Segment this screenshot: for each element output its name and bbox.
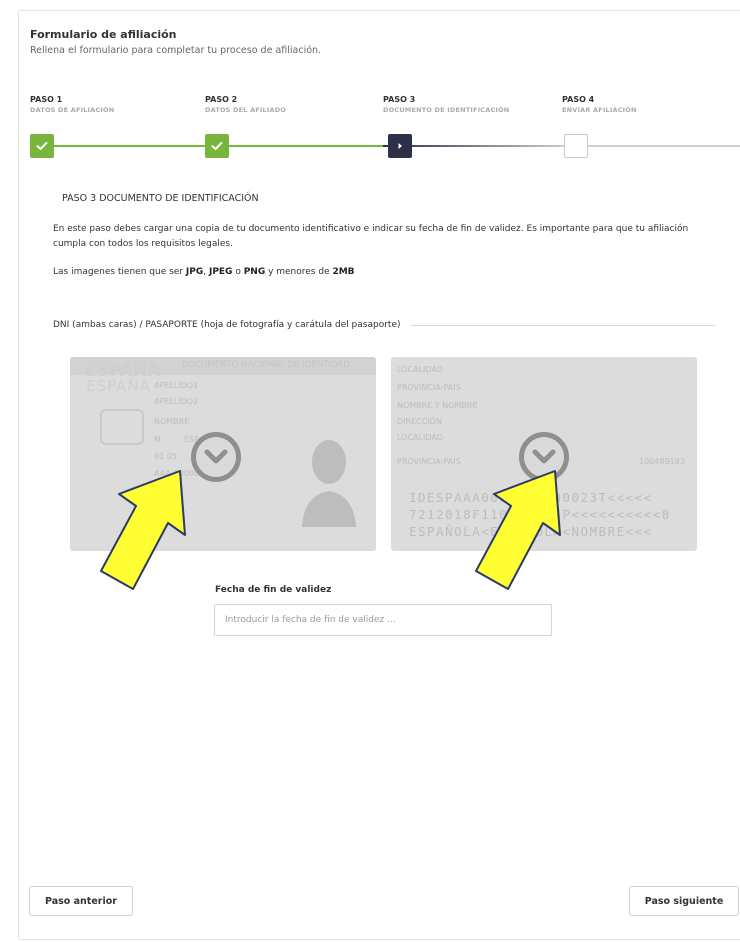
dni-front-apellido1: APELLIDO1 (154, 381, 199, 390)
format-jpg: JPG (185, 267, 204, 277)
step-label: DATOS DE AFILIACIÓN (30, 106, 115, 114)
step-4[interactable]: PASO 4 ENVIAR AFILIACIÓN (562, 95, 637, 114)
step-1-check-icon (30, 134, 54, 158)
step-3-play-icon (388, 134, 412, 158)
step-1[interactable]: PASO 1 DATOS DE AFILIACIÓN (30, 95, 114, 114)
section-description: En este paso debes cargar una copia de t… (53, 224, 689, 249)
validity-label: Fecha de fin de validez (215, 585, 332, 595)
dni-front-watermark: ESPAÑA (85, 361, 161, 381)
dni-back-localidad: LOCALIDAD (397, 433, 443, 442)
format-mid: y menores de (265, 267, 333, 277)
dni-front-fecha: 01 05 (154, 452, 177, 461)
annotation-arrow-icon (475, 470, 561, 590)
previous-step-button[interactable]: Paso anterior (29, 886, 133, 916)
format-size: 2MB (332, 267, 355, 277)
portrait-icon (300, 427, 358, 527)
dni-back-equipo: 100489183 (639, 457, 685, 466)
step-2[interactable]: PASO 2 DATOS DEL AFILIADO (205, 95, 286, 114)
step-label: DOCUMENTO DE IDENTIFICACIÓN (383, 106, 510, 114)
dni-front-sexo: M (154, 435, 161, 444)
dni-back-provincia2: PROVINCIA-PAIS (397, 457, 461, 466)
dni-back-lugar: LOCALIDAD (397, 365, 443, 374)
dni-front-header: DOCUMENTO NACIONAL DE IDENTIDAD (182, 360, 350, 370)
dni-front-country: ESPAÑA (86, 377, 151, 395)
dni-front-apellido2: APELLIDO2 (154, 397, 199, 406)
step-label: DATOS DEL AFILIADO (205, 106, 287, 114)
section-title: PASO 3 DOCUMENTO DE IDENTIFICACIÓN (62, 193, 259, 204)
form-title: Formulario de afiliación (30, 28, 177, 41)
form-subtitle: Rellena el formulario para completar tu … (30, 45, 322, 56)
documents-legend: DNI (ambas caras) / PASAPORTE (hoja de f… (53, 320, 715, 330)
legend-divider (410, 324, 715, 326)
dni-back-padres: NOMBRE Y NOMBRE (397, 401, 478, 410)
format-requirements: Las imagenes tienen que ser JPG, JPEG o … (53, 267, 355, 277)
dni-back-provincia: PROVINCIA-PAIS (397, 383, 461, 392)
step-label: ENVIAR AFILIACIÓN (562, 106, 637, 114)
format-prefix: Las imagenes tienen que ser (53, 267, 186, 277)
step-number: PASO 2 (205, 95, 238, 104)
format-png: PNG (243, 267, 266, 277)
format-sep: o (232, 267, 244, 277)
annotation-arrow-icon (100, 470, 186, 590)
dni-back-domicilio: DIRECCIÓN (397, 417, 442, 426)
dni-front-nombre: NOMBRE (154, 417, 190, 426)
documents-legend-text: DNI (ambas caras) / PASAPORTE (hoja de f… (53, 320, 401, 330)
step-4-empty-icon (564, 134, 588, 158)
validity-date-input[interactable] (214, 604, 552, 636)
step-2-check-icon (205, 134, 229, 158)
format-jpeg: JPEG (208, 267, 233, 277)
step-3[interactable]: PASO 3 DOCUMENTO DE IDENTIFICACIÓN (383, 95, 509, 114)
step-number: PASO 1 (30, 95, 63, 104)
chip-icon (100, 409, 144, 445)
progress-line-pending (562, 145, 740, 147)
step-number: PASO 3 (383, 95, 416, 104)
step-number: PASO 4 (562, 95, 595, 104)
next-step-button[interactable]: Paso siguiente (629, 886, 739, 916)
